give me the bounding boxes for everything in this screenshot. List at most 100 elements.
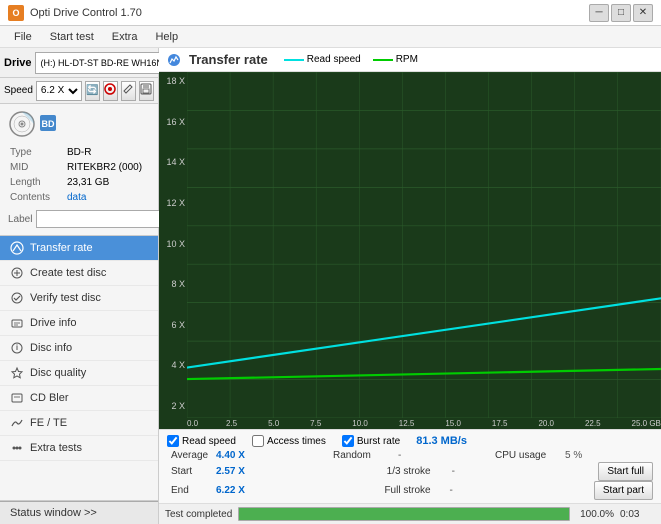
nav-disc-quality-label: Disc quality (30, 367, 86, 379)
legend-read-speed-label: Read speed (307, 54, 361, 65)
nav-cd-bler[interactable]: CD Bler (0, 386, 158, 411)
end-value: 6.22 X (216, 485, 251, 496)
stroke13-label: 1/3 stroke (387, 466, 452, 477)
y-label-2: 2 X (161, 401, 185, 411)
random-label: Random (333, 450, 398, 461)
disc-type-icon: BD (40, 115, 56, 131)
x-label-150: 15.0 (445, 419, 461, 428)
mid-value: RITEKBR2 (000) (67, 161, 148, 174)
x-label-0: 0.0 (187, 419, 195, 428)
menu-help[interactable]: Help (147, 29, 186, 45)
start-part-button[interactable]: Start part (594, 481, 653, 500)
menu-extra[interactable]: Extra (104, 29, 146, 45)
nav-extra-tests[interactable]: Extra tests (0, 436, 158, 461)
type-value: BD-R (67, 146, 148, 159)
label-label: Label (8, 214, 32, 225)
disc-panel: BD Type BD-R MID RITEKBR2 (000) Length 2… (0, 104, 158, 236)
title-bar-controls: ─ □ ✕ (589, 4, 653, 22)
burst-rate-value: 81.3 MB/s (416, 435, 467, 447)
length-value: 23,31 GB (67, 176, 148, 189)
minimize-button[interactable]: ─ (589, 4, 609, 22)
stats-row-3: End 6.22 X Full stroke - Start part (167, 481, 653, 500)
average-label: Average (171, 450, 216, 461)
drive-label: Drive (4, 57, 32, 69)
y-label-4: 4 X (161, 360, 185, 370)
legend-rpm-label: RPM (396, 54, 418, 65)
length-label: Length (10, 176, 65, 189)
maximize-button[interactable]: □ (611, 4, 631, 22)
refresh-button[interactable]: 🔄 (85, 81, 100, 101)
average-value: 4.40 X (216, 450, 251, 461)
x-label-250: 25.0 GB (632, 419, 661, 428)
nav-disc-quality[interactable]: Disc quality (0, 361, 158, 386)
nav-transfer-rate[interactable]: Transfer rate (0, 236, 158, 261)
status-window-button[interactable]: Status window >> (0, 501, 158, 524)
checkboxes-row: Read speed Access times Burst rate 81.3 … (167, 433, 653, 449)
x-label-225: 22.5 (585, 419, 601, 428)
read-speed-check[interactable] (167, 435, 179, 447)
save-button[interactable] (139, 81, 154, 101)
access-times-checkbox[interactable]: Access times (252, 435, 326, 447)
legend-rpm: RPM (373, 54, 418, 65)
progress-bar-container: Test completed 100.0% 0:03 (159, 503, 661, 524)
svg-text:BD: BD (42, 119, 55, 129)
y-label-18: 18 X (161, 76, 185, 86)
y-label-12: 12 X (161, 198, 185, 208)
speed-select[interactable]: 6.2 X (36, 81, 82, 101)
speed-bar: Speed 6.2 X 🔄 (0, 78, 158, 104)
label-input[interactable] (36, 210, 176, 228)
burn-button[interactable] (103, 81, 118, 101)
burst-rate-checkbox[interactable]: Burst rate (342, 435, 400, 447)
nav-verify-test-disc[interactable]: Verify test disc (0, 286, 158, 311)
pencil-button[interactable] (121, 81, 136, 101)
disc-icon (8, 110, 36, 138)
disc-info-table: Type BD-R MID RITEKBR2 (000) Length 23,3… (8, 144, 150, 206)
read-speed-checkbox[interactable]: Read speed (167, 435, 236, 447)
chart-legend: Read speed RPM (284, 54, 418, 65)
x-label-75: 7.5 (310, 419, 321, 428)
cpu-stat: CPU usage 5 % (491, 449, 653, 462)
cpu-value: 5 % (565, 450, 582, 461)
menu-file[interactable]: File (6, 29, 40, 45)
stats-area: Read speed Access times Burst rate 81.3 … (159, 429, 661, 503)
nav-transfer-rate-label: Transfer rate (30, 242, 93, 254)
full-stroke-stat: Full stroke - (380, 484, 593, 497)
progress-time: 0:03 (620, 509, 655, 520)
nav-drive-info[interactable]: Drive info (0, 311, 158, 336)
main-container: Drive (H:) HL-DT-ST BD-RE WH16NS48 1.D3 … (0, 48, 661, 524)
legend-read-speed: Read speed (284, 54, 361, 65)
nav-cd-bler-label: CD Bler (30, 392, 69, 404)
type-label: Type (10, 146, 65, 159)
chart-svg (187, 72, 661, 418)
drive-bar: Drive (H:) HL-DT-ST BD-RE WH16NS48 1.D3 … (0, 48, 158, 78)
nav-disc-info-label: Disc info (30, 342, 72, 354)
disc-quality-icon (10, 366, 24, 380)
start-full-button[interactable]: Start full (598, 462, 653, 481)
menu-start-test[interactable]: Start test (42, 29, 102, 45)
nav-verify-test-disc-label: Verify test disc (30, 292, 101, 304)
y-label-8: 8 X (161, 279, 185, 289)
contents-value[interactable]: data (67, 191, 148, 204)
legend-rpm-color (373, 59, 393, 61)
nav-fe-te-label: FE / TE (30, 417, 67, 429)
burst-rate-check[interactable] (342, 435, 354, 447)
access-times-check[interactable] (252, 435, 264, 447)
mid-label: MID (10, 161, 65, 174)
stats-row-1: Average 4.40 X Random - CPU usage 5 % (167, 449, 653, 462)
sidebar: Drive (H:) HL-DT-ST BD-RE WH16NS48 1.D3 … (0, 48, 159, 524)
x-label-25: 2.5 (226, 419, 237, 428)
contents-label: Contents (10, 191, 65, 204)
stroke13-stat: 1/3 stroke - (383, 465, 599, 478)
stroke13-value: - (452, 466, 455, 477)
nav-fe-te[interactable]: FE / TE (0, 411, 158, 436)
close-button[interactable]: ✕ (633, 4, 653, 22)
nav-create-test-disc[interactable]: Create test disc (0, 261, 158, 286)
drive-info-icon (10, 316, 24, 330)
app-icon: O (8, 5, 24, 21)
disc-panel-header: BD (8, 110, 150, 138)
verify-test-disc-icon (10, 291, 24, 305)
nav-disc-info[interactable]: Disc info (0, 336, 158, 361)
transfer-rate-icon (10, 241, 24, 255)
start-stat: Start 2.57 X (167, 465, 383, 478)
burst-rate-label: Burst rate (357, 436, 400, 447)
